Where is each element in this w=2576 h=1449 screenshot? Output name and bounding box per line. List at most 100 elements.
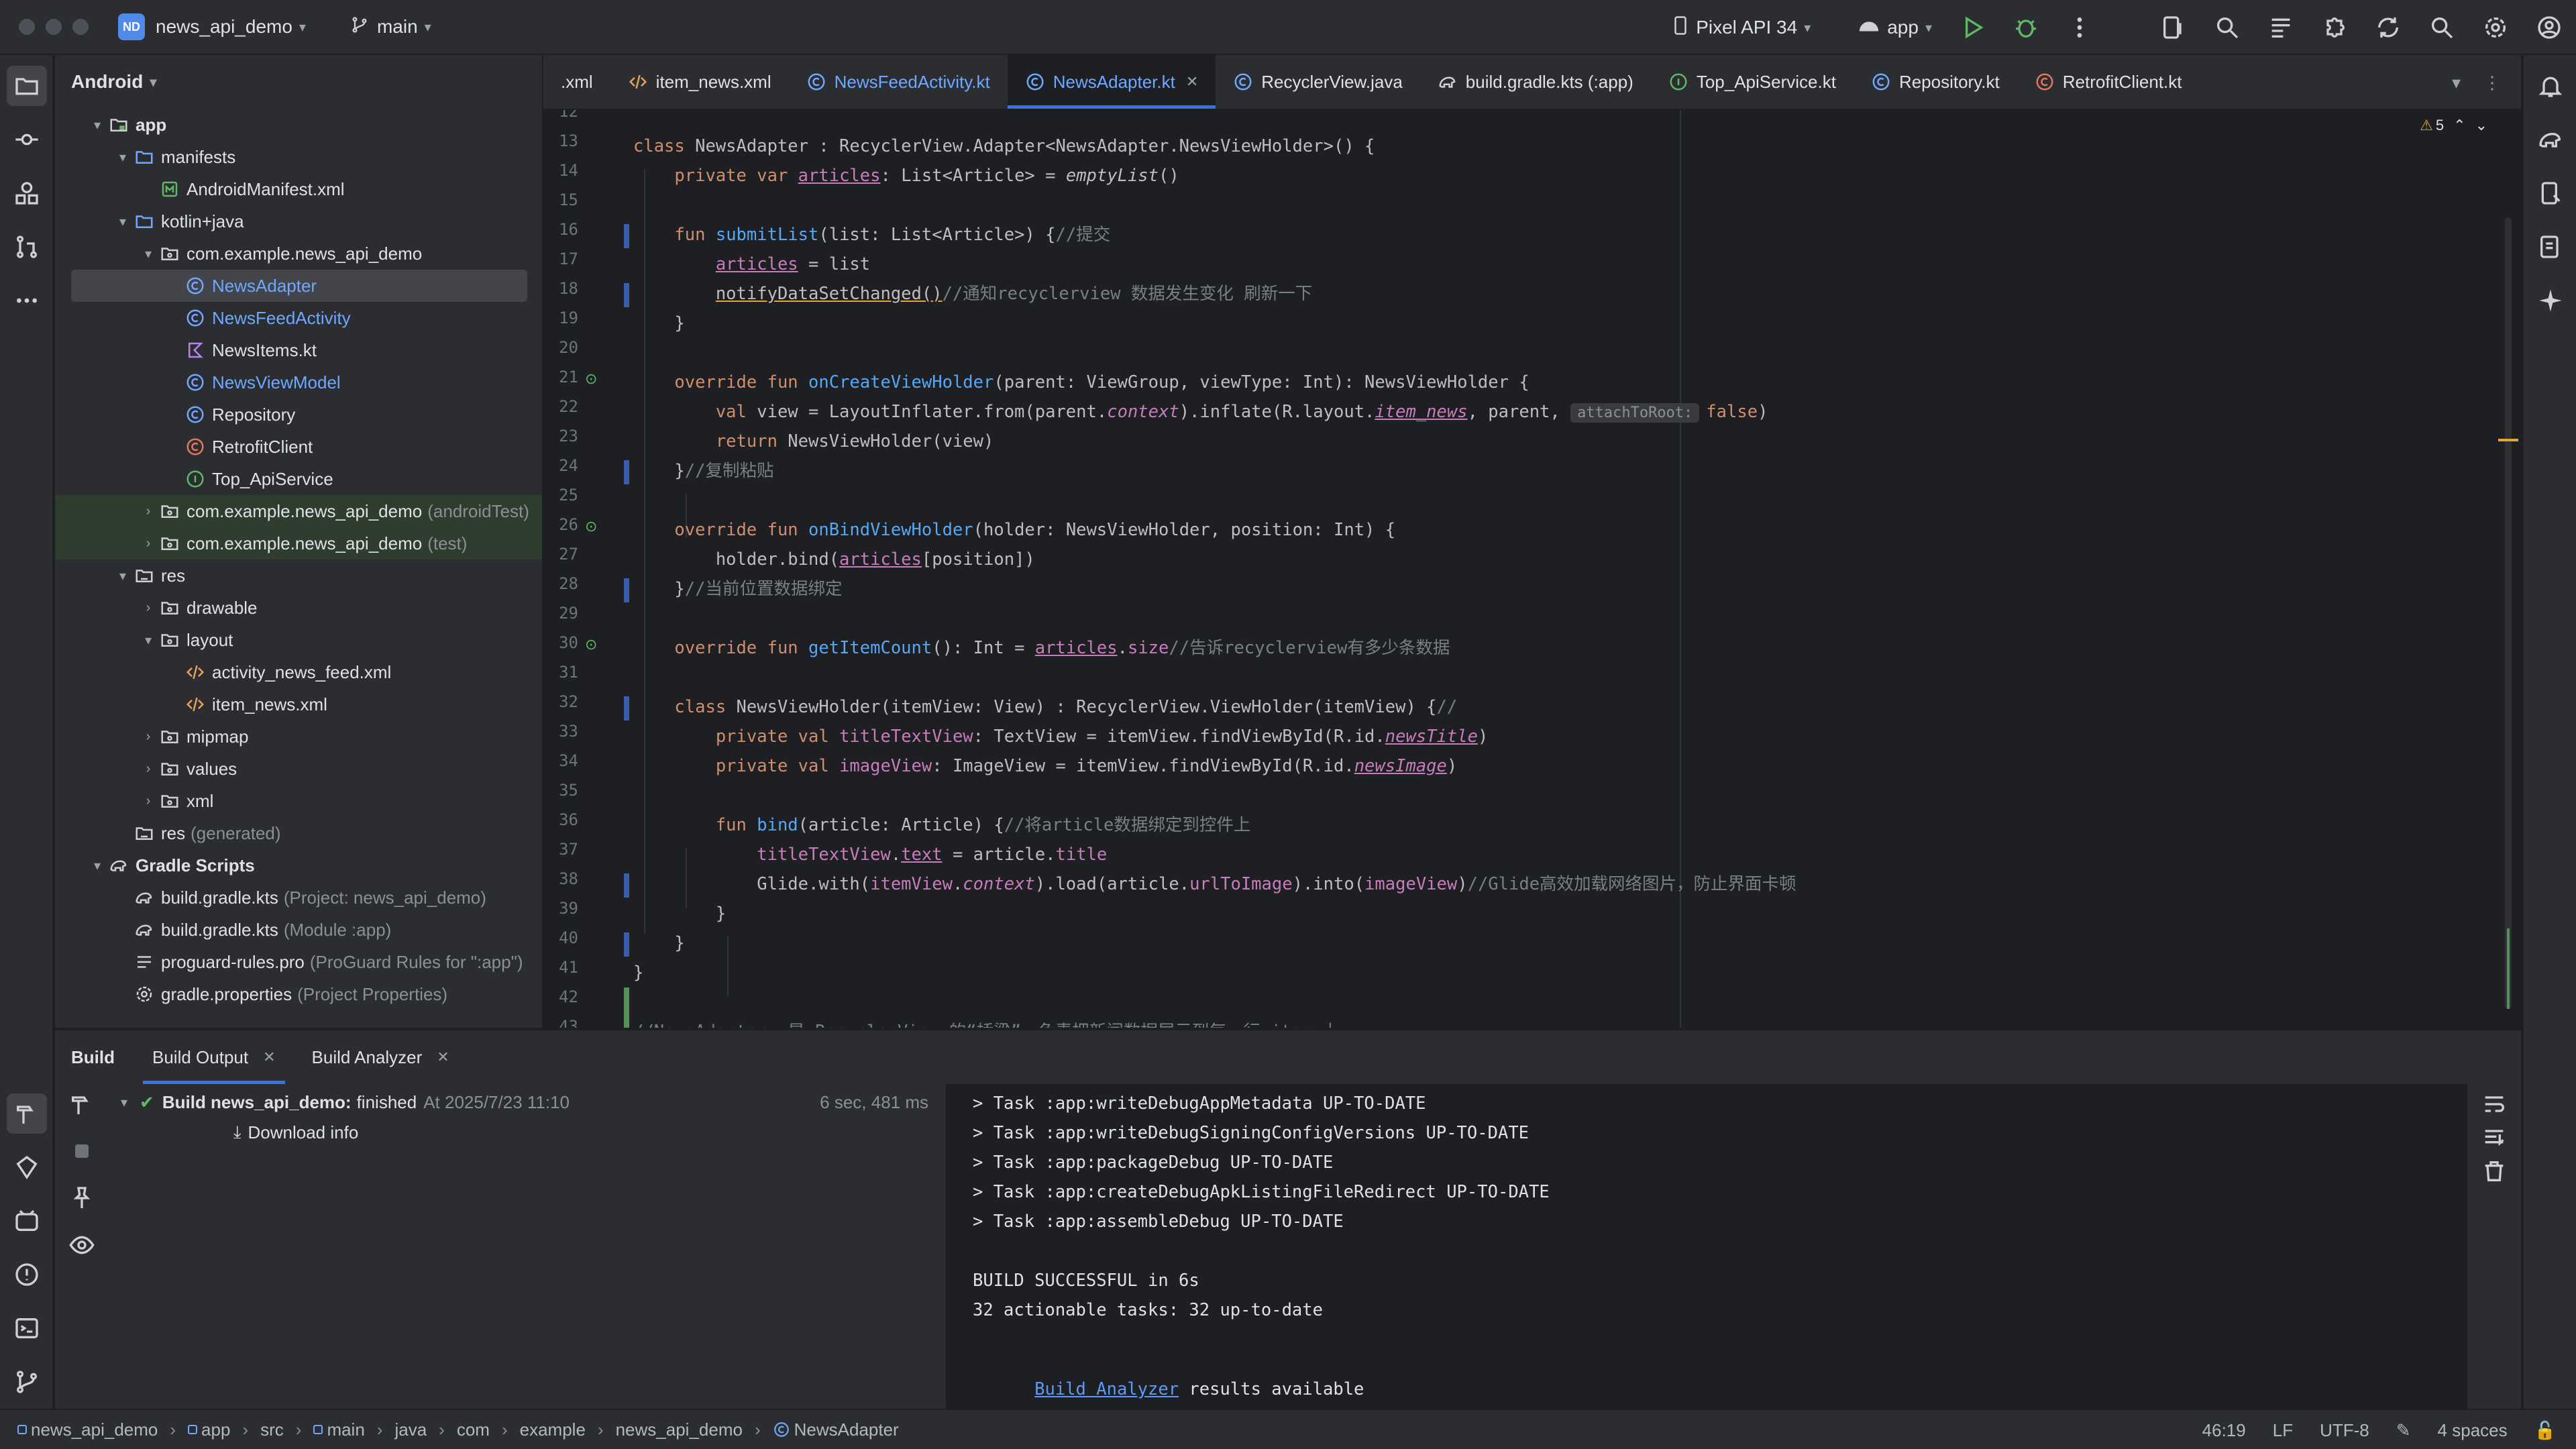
warning-marker[interactable] <box>2498 439 2518 441</box>
tree-item[interactable]: ▾ Gradle Scripts <box>55 849 542 881</box>
settings-gear-icon[interactable] <box>2469 0 2522 55</box>
tree-item[interactable]: build.gradle.kts (Module :app) <box>55 914 542 946</box>
tree-item[interactable]: NewsAdapter <box>71 270 527 302</box>
tab-newsfeedactivity[interactable]: NewsFeedActivity.kt <box>789 55 1008 109</box>
logcat-icon[interactable] <box>7 1201 47 1241</box>
project-name[interactable]: news_api_demo <box>156 16 292 38</box>
problems-icon[interactable] <box>7 1254 47 1295</box>
breadcrumb-item[interactable]: news_api_demo <box>31 1419 158 1440</box>
tree-item[interactable]: res (generated) <box>55 817 542 849</box>
chevron-down-icon[interactable]: ▾ <box>113 149 133 166</box>
device-selector[interactable]: Pixel API 34 <box>1696 17 1797 38</box>
tab-item-news-xml[interactable]: item_news.xml <box>610 55 789 109</box>
tabs-more-options-icon[interactable]: ⋮ <box>2483 72 2501 93</box>
tab-build-analyzer[interactable]: Build Analyzer ✕ <box>312 1030 449 1084</box>
soft-wrap-icon[interactable] <box>2478 1088 2510 1120</box>
tree-item[interactable]: gradle.properties (Project Properties) <box>55 978 542 1010</box>
file-encoding[interactable]: UTF-8 <box>2320 1420 2369 1441</box>
tree-item[interactable]: ▾ kotlin+java <box>55 205 542 237</box>
run-button[interactable] <box>1945 0 1999 55</box>
stop-icon[interactable] <box>66 1135 98 1167</box>
vcs-change-marker[interactable] <box>624 932 629 957</box>
project-badge[interactable]: ND <box>118 13 145 40</box>
code-area[interactable]: class NewsAdapter : RecyclerView.Adapter… <box>633 110 2494 1028</box>
vcs-change-marker[interactable] <box>624 460 629 484</box>
breadcrumb-item[interactable]: main <box>327 1419 364 1440</box>
gradle-elephant-icon[interactable] <box>2530 119 2571 160</box>
run-config-selector[interactable]: app <box>1887 17 1919 38</box>
commit-icon[interactable] <box>7 119 47 160</box>
caret-position[interactable]: 46:19 <box>2202 1420 2246 1441</box>
running-devices-icon[interactable] <box>2530 227 2571 267</box>
override-marker-icon[interactable]: ⊙ <box>585 636 605 656</box>
tree-item[interactable]: NewsViewModel <box>55 366 542 398</box>
chevron-down-icon[interactable]: ▾ <box>113 568 133 584</box>
device-manager-icon[interactable] <box>2147 0 2200 55</box>
build-hammer-icon[interactable] <box>66 1088 98 1120</box>
tree-item[interactable]: › com.example.news_api_demo (test) <box>55 527 542 559</box>
tree-item[interactable]: proguard-rules.pro (ProGuard Rules for ":… <box>55 946 542 978</box>
tab-build-gradle-app[interactable]: build.gradle.kts (:app) <box>1420 55 1651 109</box>
tree-item[interactable]: ▾ res <box>55 559 542 592</box>
tab-repository[interactable]: Repository.kt <box>1854 55 2017 109</box>
pin-icon[interactable] <box>66 1182 98 1214</box>
chevron-right-icon[interactable]: › <box>138 504 158 519</box>
editor-scrollbar[interactable] <box>2498 217 2518 1009</box>
vcs-change-marker[interactable] <box>624 578 629 602</box>
breadcrumb-item[interactable]: example <box>520 1419 586 1440</box>
download-info-row[interactable]: ⤓ Download info <box>233 1122 358 1143</box>
chevron-right-icon[interactable]: › <box>138 729 158 745</box>
tab-top-apiservice[interactable]: Top_ApiService.kt <box>1651 55 1854 109</box>
sync-gradle-icon[interactable] <box>2361 0 2415 55</box>
chevron-right-icon[interactable]: › <box>138 536 158 551</box>
account-avatar-icon[interactable] <box>2522 0 2576 55</box>
tree-item[interactable]: NewsItems.kt <box>55 334 542 366</box>
pencil-icon[interactable]: ✎ <box>2396 1420 2411 1441</box>
build-result-row[interactable]: ▾ ✔ Build news_api_demo: finished At 202… <box>121 1092 570 1113</box>
debug-button[interactable] <box>1999 0 2053 55</box>
eye-icon[interactable] <box>66 1229 98 1261</box>
close-icon[interactable]: ✕ <box>263 1049 275 1066</box>
lock-icon[interactable]: 🔓 <box>2534 1420 2556 1441</box>
chevron-down-icon[interactable]: ▾ <box>138 632 158 649</box>
tree-item[interactable]: › xml <box>55 785 542 817</box>
device-file-explorer-icon[interactable] <box>2530 173 2571 213</box>
tree-item[interactable]: Top_ApiService <box>55 463 542 495</box>
vcs-change-marker[interactable] <box>624 696 629 720</box>
vcs-change-marker[interactable] <box>624 283 629 307</box>
close-window-button[interactable] <box>19 19 35 35</box>
version-control-icon[interactable] <box>7 1362 47 1402</box>
chevron-right-icon[interactable]: › <box>138 761 158 777</box>
project-view-selector[interactable]: Android ▾ <box>55 55 542 109</box>
tree-item[interactable]: ▾ manifests <box>55 141 542 173</box>
tree-item[interactable]: RetrofitClient <box>55 431 542 463</box>
gemini-icon[interactable] <box>7 1147 47 1187</box>
tree-item[interactable]: › drawable <box>55 592 542 624</box>
tabs-dropdown-chevron-icon[interactable]: ▾ <box>2452 72 2461 93</box>
terminal-icon[interactable] <box>7 1308 47 1348</box>
trash-icon[interactable] <box>2478 1155 2510 1187</box>
build-hammer-icon[interactable] <box>7 1093 47 1134</box>
build-analyzer-link[interactable]: Build Analyzer <box>1034 1379 1179 1399</box>
structure-icon[interactable] <box>2254 0 2308 55</box>
minimize-window-button[interactable] <box>46 19 62 35</box>
chevron-right-icon[interactable]: › <box>138 794 158 809</box>
ai-assistant-sparkle-icon[interactable] <box>2530 280 2571 321</box>
tree-item[interactable]: AndroidManifest.xml <box>55 173 542 205</box>
line-separator[interactable]: LF <box>2273 1420 2293 1441</box>
chevron-down-icon[interactable]: ▾ <box>87 857 107 874</box>
chevron-down-icon[interactable]: ▾ <box>87 117 107 133</box>
zoom-window-button[interactable] <box>72 19 89 35</box>
project-folder-icon[interactable] <box>7 66 47 106</box>
indent-setting[interactable]: 4 spaces <box>2438 1420 2508 1441</box>
plugins-icon[interactable] <box>2308 0 2361 55</box>
tree-item[interactable]: build.gradle.kts (Project: news_api_demo) <box>55 881 542 914</box>
chevron-right-icon[interactable]: › <box>138 600 158 616</box>
vcs-added-marker[interactable] <box>624 987 629 1028</box>
override-marker-icon[interactable]: ⊙ <box>585 518 605 538</box>
close-icon[interactable]: ✕ <box>437 1049 449 1066</box>
tree-item[interactable]: › com.example.news_api_demo (androidTest) <box>55 495 542 527</box>
vcs-change-marker[interactable] <box>624 224 629 248</box>
notifications-bell-icon[interactable] <box>2530 66 2571 106</box>
tab-xml-partial[interactable]: .xml <box>543 55 610 109</box>
